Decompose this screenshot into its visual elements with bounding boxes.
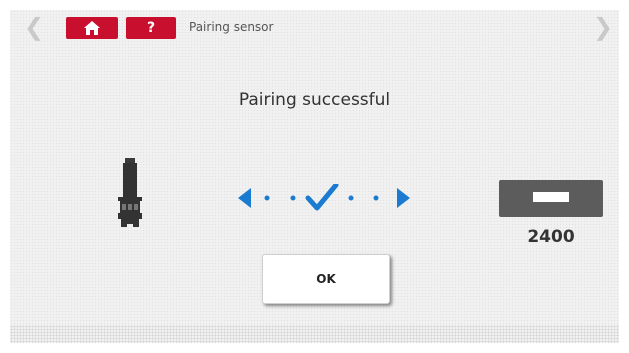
help-button[interactable]: ? [126, 17, 176, 39]
pairing-success-icon [238, 184, 410, 211]
top-bar: ❮ ? Pairing sensor ❯ [10, 10, 619, 44]
device-icon [499, 180, 603, 217]
home-icon [84, 21, 100, 35]
home-button[interactable] [66, 17, 118, 39]
bottom-strip [10, 325, 619, 343]
sensor-icon [118, 158, 142, 227]
device-value: 2400 [527, 227, 575, 247]
chevron-left-icon[interactable]: ❮ [24, 14, 44, 40]
app-screen: ❮ ? Pairing sensor ❯ Pairing successful [10, 10, 619, 343]
chevron-right-icon[interactable]: ❯ [593, 14, 613, 40]
ok-button[interactable]: OK [262, 254, 390, 304]
device-display [533, 192, 569, 202]
status-message: Pairing successful [238, 90, 391, 110]
breadcrumb: Pairing sensor [189, 20, 274, 34]
